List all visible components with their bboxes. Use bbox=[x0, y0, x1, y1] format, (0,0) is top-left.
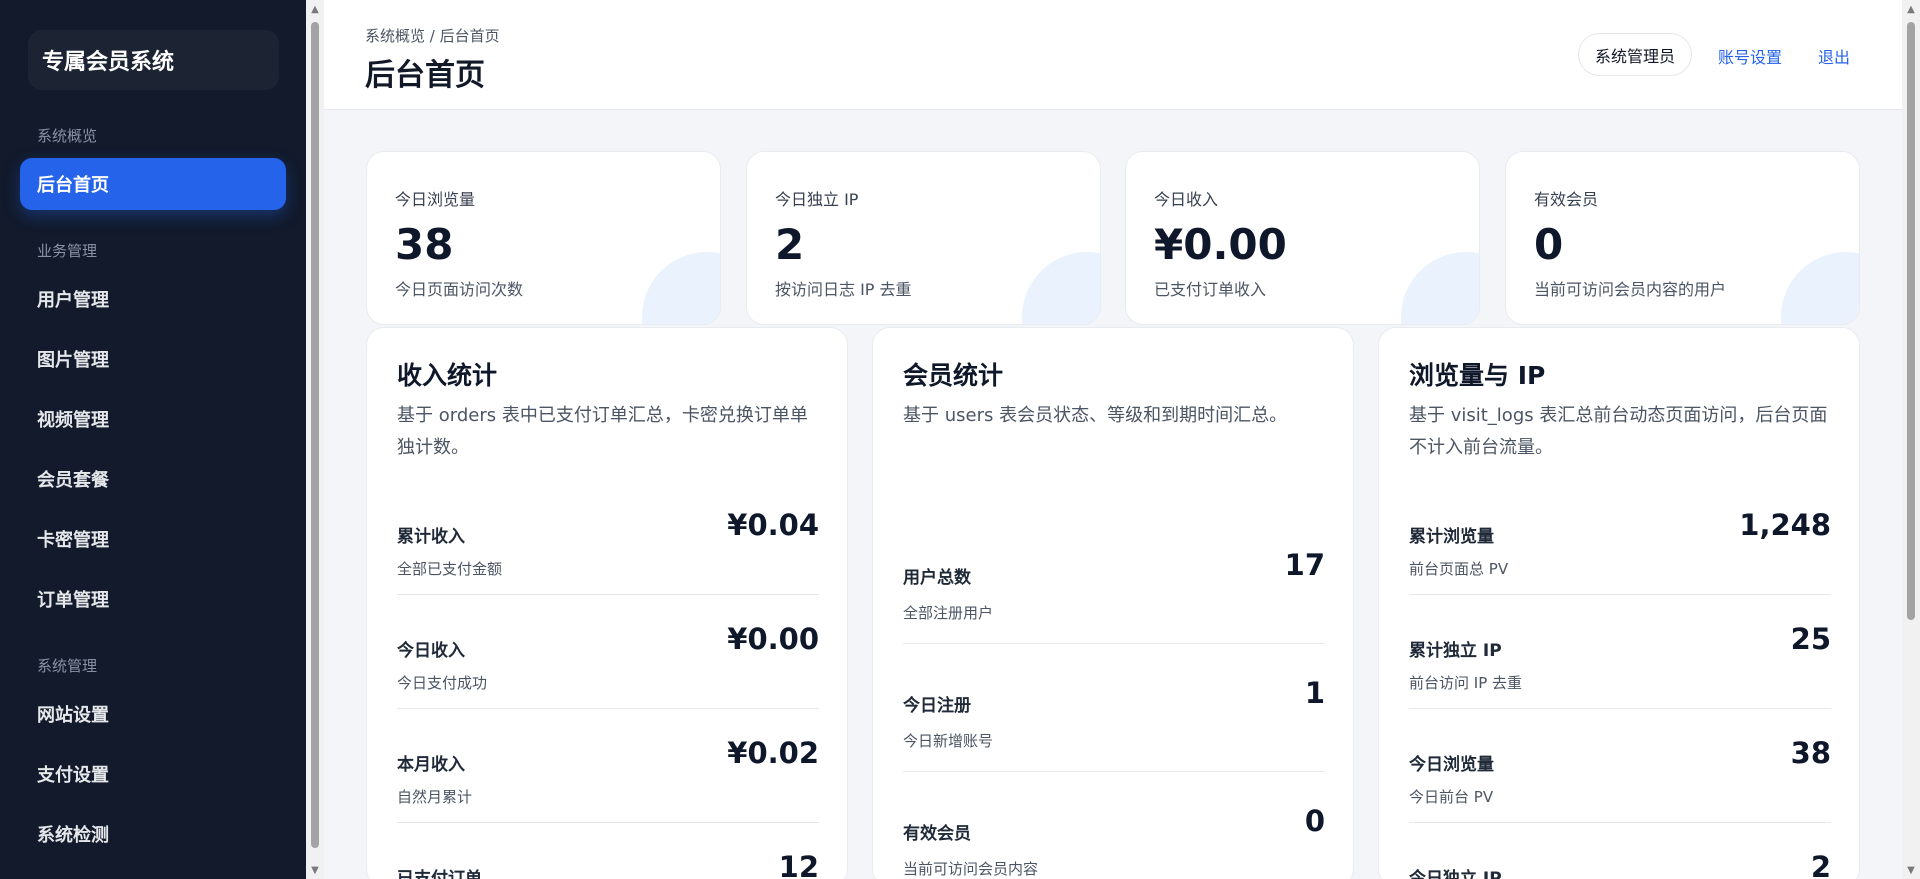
row-label: 今日收入 bbox=[397, 641, 465, 661]
row-label: 用户总数 bbox=[903, 568, 971, 588]
row-divider bbox=[903, 643, 1325, 644]
row-value: 38 bbox=[1790, 736, 1831, 770]
scroll-up-arrow-icon[interactable]: ▲ bbox=[1902, 0, 1920, 18]
row-value: ¥0.00 bbox=[727, 622, 819, 656]
row-sub: 今日新增账号 bbox=[903, 732, 994, 750]
breadcrumb: 系统概览 / 后台首页 bbox=[365, 27, 500, 45]
decorative-circle bbox=[1022, 252, 1100, 324]
row-label: 累计独立 IP bbox=[1409, 641, 1502, 661]
brand-title[interactable]: 专属会员系统 bbox=[28, 30, 279, 90]
row-sub: 全部注册用户 bbox=[903, 604, 994, 622]
panel-traffic-stats: 浏览量与 IP 基于 visit_logs 表汇总前台动态页面访问，后台页面不计… bbox=[1378, 327, 1860, 879]
row-label: 有效会员 bbox=[903, 824, 971, 844]
section-title-business: 业务管理 bbox=[37, 242, 98, 260]
stat-label: 今日独立 IP bbox=[775, 190, 859, 209]
nav-item-system-check[interactable]: 系统检测 bbox=[20, 808, 286, 860]
stat-sub: 当前可访问会员内容的用户 bbox=[1534, 280, 1727, 299]
row-divider bbox=[1409, 822, 1831, 823]
panel-member-stats: 会员统计 基于 users 表会员状态、等级和到期时间汇总。 用户总数 17 全… bbox=[872, 327, 1354, 879]
panel-income-stats: 收入统计 基于 orders 表中已支付订单汇总，卡密兑换订单单独计数。 累计收… bbox=[366, 327, 848, 879]
decorative-circle bbox=[1781, 252, 1859, 324]
row-value: 0 bbox=[1304, 804, 1325, 838]
stat-card-today-income: 今日收入 ¥0.00 已支付订单收入 bbox=[1125, 151, 1480, 325]
sidebar: 专属会员系统 系统概览 后台首页 业务管理 用户管理 图片管理 视频管理 会员套… bbox=[0, 0, 306, 879]
scroll-up-arrow-icon[interactable]: ▲ bbox=[306, 0, 324, 18]
section-title-overview: 系统概览 bbox=[37, 127, 98, 145]
panel-description: 基于 visit_logs 表汇总前台动态页面访问，后台页面不计入前台流量。 bbox=[1409, 405, 1828, 458]
sidebar-scrollbar[interactable]: ▲ ▼ bbox=[306, 0, 324, 879]
role-badge: 系统管理员 bbox=[1578, 33, 1692, 76]
row-sub: 全部已支付金额 bbox=[397, 560, 503, 578]
stat-value: ¥0.00 bbox=[1154, 220, 1287, 269]
row-value: 25 bbox=[1790, 622, 1831, 656]
row-sub: 今日支付成功 bbox=[397, 674, 488, 692]
nav-item-users[interactable]: 用户管理 bbox=[20, 273, 286, 325]
nav-item-videos[interactable]: 视频管理 bbox=[20, 393, 286, 445]
main-scroll-thumb[interactable] bbox=[1907, 22, 1915, 620]
row-label: 已支付订单 bbox=[397, 869, 482, 879]
stat-card-today-pv: 今日浏览量 38 今日页面访问次数 bbox=[366, 151, 721, 325]
row-value: ¥0.02 bbox=[727, 736, 819, 770]
row-value: 2 bbox=[1810, 850, 1831, 879]
row-value: 17 bbox=[1284, 548, 1325, 582]
row-divider bbox=[397, 708, 819, 709]
page-title: 后台首页 bbox=[365, 58, 485, 93]
stat-value: 38 bbox=[395, 220, 454, 269]
panel-title: 浏览量与 IP bbox=[1409, 361, 1546, 390]
row-value: 12 bbox=[778, 850, 819, 879]
stat-sub: 按访问日志 IP 去重 bbox=[775, 280, 912, 299]
row-sub: 前台访问 IP 去重 bbox=[1409, 674, 1523, 692]
row-sub: 自然月累计 bbox=[397, 788, 473, 806]
stat-value: 2 bbox=[775, 220, 805, 269]
row-label: 今日独立 IP bbox=[1409, 869, 1502, 879]
stat-sub: 已支付订单收入 bbox=[1154, 280, 1267, 299]
main-scrollbar[interactable]: ▲ ▼ bbox=[1902, 0, 1920, 879]
row-divider bbox=[903, 771, 1325, 772]
row-value: ¥0.04 bbox=[727, 508, 819, 542]
row-label: 累计收入 bbox=[397, 527, 465, 547]
row-label: 累计浏览量 bbox=[1409, 527, 1494, 547]
nav-item-images[interactable]: 图片管理 bbox=[20, 333, 286, 385]
top-header: 系统概览 / 后台首页 后台首页 系统管理员 账号设置 退出 bbox=[324, 0, 1902, 110]
section-title-system: 系统管理 bbox=[37, 657, 98, 675]
account-settings-link[interactable]: 账号设置 bbox=[1718, 44, 1782, 68]
row-value: 1,248 bbox=[1739, 508, 1831, 542]
nav-item-plans[interactable]: 会员套餐 bbox=[20, 453, 286, 505]
row-sub: 当前可访问会员内容 bbox=[903, 860, 1039, 878]
stat-card-today-ip: 今日独立 IP 2 按访问日志 IP 去重 bbox=[746, 151, 1101, 325]
row-sub: 今日前台 PV bbox=[1409, 788, 1494, 806]
row-divider bbox=[1409, 594, 1831, 595]
decorative-circle bbox=[642, 252, 720, 324]
scroll-down-arrow-icon[interactable]: ▼ bbox=[1902, 861, 1920, 879]
nav-item-payment-settings[interactable]: 支付设置 bbox=[20, 748, 286, 800]
row-value: 1 bbox=[1304, 676, 1325, 710]
sidebar-scroll-thumb[interactable] bbox=[311, 22, 319, 848]
stat-card-active-members: 有效会员 0 当前可访问会员内容的用户 bbox=[1505, 151, 1860, 325]
row-label: 本月收入 bbox=[397, 755, 465, 775]
nav-item-cards[interactable]: 卡密管理 bbox=[20, 513, 286, 565]
nav-item-orders[interactable]: 订单管理 bbox=[20, 573, 286, 625]
row-divider bbox=[1409, 708, 1831, 709]
row-divider bbox=[397, 594, 819, 595]
row-divider bbox=[397, 822, 819, 823]
panel-title: 会员统计 bbox=[903, 361, 1004, 390]
decorative-circle bbox=[1401, 252, 1479, 324]
stat-label: 有效会员 bbox=[1534, 190, 1599, 209]
stat-value: 0 bbox=[1534, 220, 1564, 269]
panel-title: 收入统计 bbox=[397, 361, 498, 390]
panel-description: 基于 users 表会员状态、等级和到期时间汇总。 bbox=[903, 405, 1288, 426]
nav-item-site-settings[interactable]: 网站设置 bbox=[20, 688, 286, 740]
row-sub: 前台页面总 PV bbox=[1409, 560, 1509, 578]
nav-item-dashboard[interactable]: 后台首页 bbox=[20, 158, 286, 210]
row-label: 今日注册 bbox=[903, 696, 971, 716]
stat-label: 今日浏览量 bbox=[395, 190, 476, 209]
stat-label: 今日收入 bbox=[1154, 190, 1219, 209]
stat-sub: 今日页面访问次数 bbox=[395, 280, 524, 299]
logout-link[interactable]: 退出 bbox=[1818, 44, 1850, 68]
panel-description: 基于 orders 表中已支付订单汇总，卡密兑换订单单独计数。 bbox=[397, 405, 808, 458]
scroll-down-arrow-icon[interactable]: ▼ bbox=[306, 861, 324, 879]
row-label: 今日浏览量 bbox=[1409, 755, 1494, 775]
